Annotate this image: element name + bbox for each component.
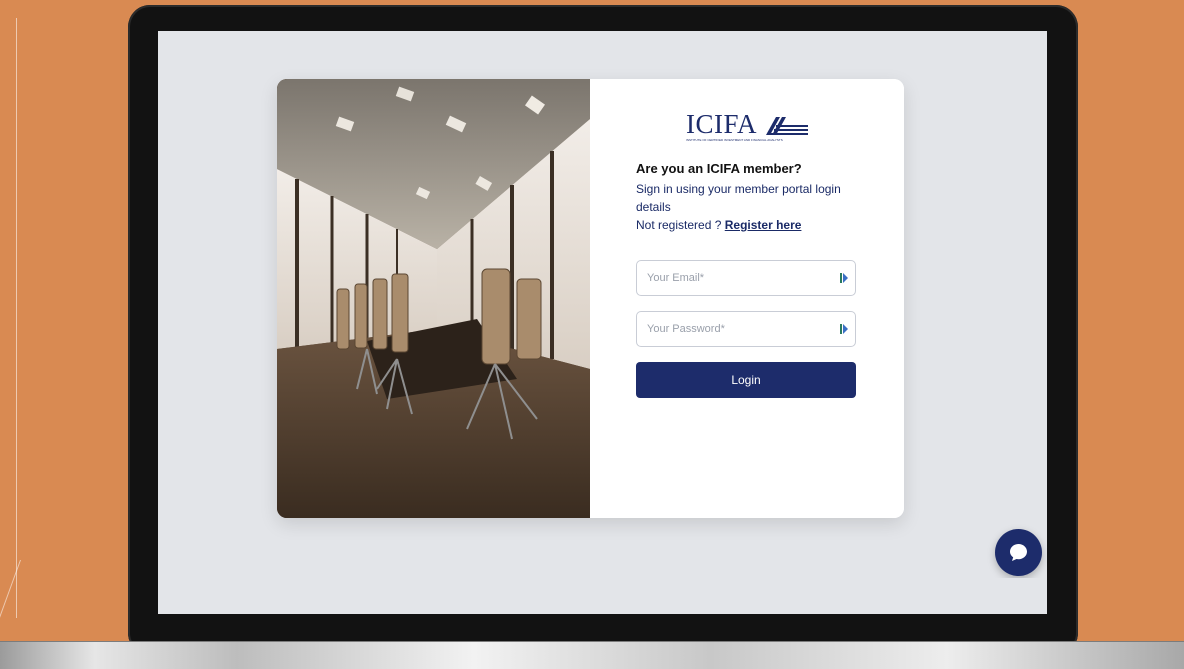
logo-swoosh-icon <box>766 117 808 135</box>
laptop-screen: ICIFA INSTITUTE OF CERTIFIED INVESTMENT … <box>158 31 1047 614</box>
conference-room-photo <box>277 79 590 518</box>
logo-text: ICIFA <box>686 109 758 139</box>
decorative-line <box>0 18 17 618</box>
email-input[interactable] <box>647 271 827 285</box>
password-manager-key-icon[interactable] <box>839 271 849 285</box>
register-link[interactable]: Register here <box>725 218 802 232</box>
login-form-panel: ICIFA INSTITUTE OF CERTIFIED INVESTMENT … <box>590 79 904 518</box>
email-field[interactable] <box>636 260 856 296</box>
password-field[interactable] <box>636 311 856 347</box>
laptop-base <box>0 641 1184 669</box>
login-heading: Are you an ICIFA member? <box>636 161 802 176</box>
not-registered-label: Not registered ? <box>636 218 722 232</box>
logo-subtext: INSTITUTE OF CERTIFIED INVESTMENT AND FI… <box>686 138 783 141</box>
login-card: ICIFA INSTITUTE OF CERTIFIED INVESTMENT … <box>277 79 904 518</box>
password-manager-key-icon[interactable] <box>839 322 849 336</box>
chat-button[interactable] <box>995 529 1042 576</box>
icifa-logo: ICIFA INSTITUTE OF CERTIFIED INVESTMENT … <box>686 109 816 145</box>
screen-bottom-area <box>158 578 1047 614</box>
login-subtext: Sign in using your member portal login d… <box>636 182 841 214</box>
password-input[interactable] <box>647 322 827 336</box>
chat-bubble-icon <box>1010 544 1027 561</box>
login-button[interactable]: Login <box>636 362 856 398</box>
conference-room-illustration <box>277 79 590 518</box>
not-registered-line: Not registered ? Register here <box>636 218 801 232</box>
